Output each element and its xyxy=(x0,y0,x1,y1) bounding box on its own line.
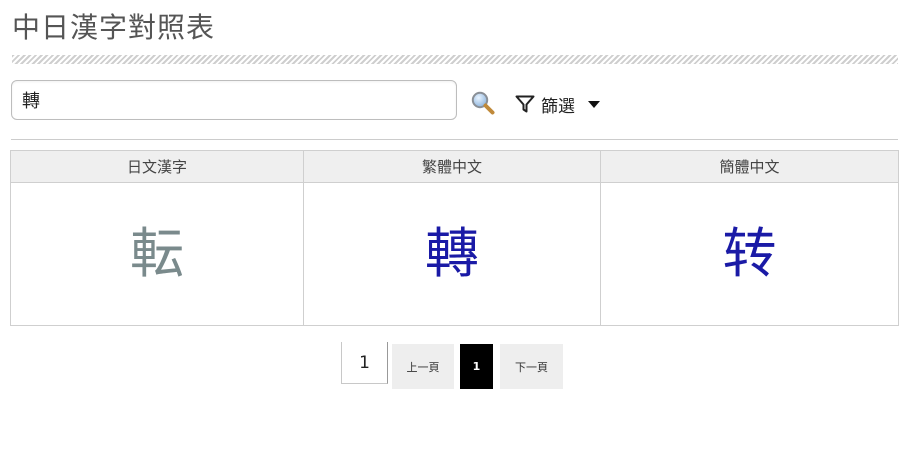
search-input[interactable] xyxy=(11,80,457,120)
page-number-input[interactable] xyxy=(341,342,388,384)
column-header-simplified: 簡體中文 xyxy=(600,150,899,183)
magnifier-icon xyxy=(471,91,495,115)
section-divider xyxy=(11,139,898,140)
cell-japanese: 転 xyxy=(10,182,304,326)
kanji-table: 日文漢字 繁體中文 簡體中文 転 轉 转 xyxy=(10,150,899,326)
column-header-traditional: 繁體中文 xyxy=(303,150,601,183)
hatched-divider xyxy=(12,55,898,64)
cell-traditional[interactable]: 轉 xyxy=(303,182,601,326)
column-header-japanese: 日文漢字 xyxy=(10,150,304,183)
page-title: 中日漢字對照表 xyxy=(12,11,216,44)
cell-simplified[interactable]: 转 xyxy=(600,182,899,326)
table-header-row: 日文漢字 繁體中文 簡體中文 xyxy=(10,150,899,183)
search-button[interactable] xyxy=(470,90,496,116)
filter-icon xyxy=(515,95,535,113)
prev-page-button[interactable]: 上一頁 xyxy=(392,344,454,389)
caret-down-icon xyxy=(588,101,600,108)
table-row: 転 轉 转 xyxy=(10,182,899,326)
filter-label: 篩選 xyxy=(541,96,575,117)
next-page-button[interactable]: 下一頁 xyxy=(500,344,563,389)
current-page-button[interactable]: 1 xyxy=(460,344,493,389)
filter-button[interactable]: 篩選 xyxy=(515,92,603,117)
